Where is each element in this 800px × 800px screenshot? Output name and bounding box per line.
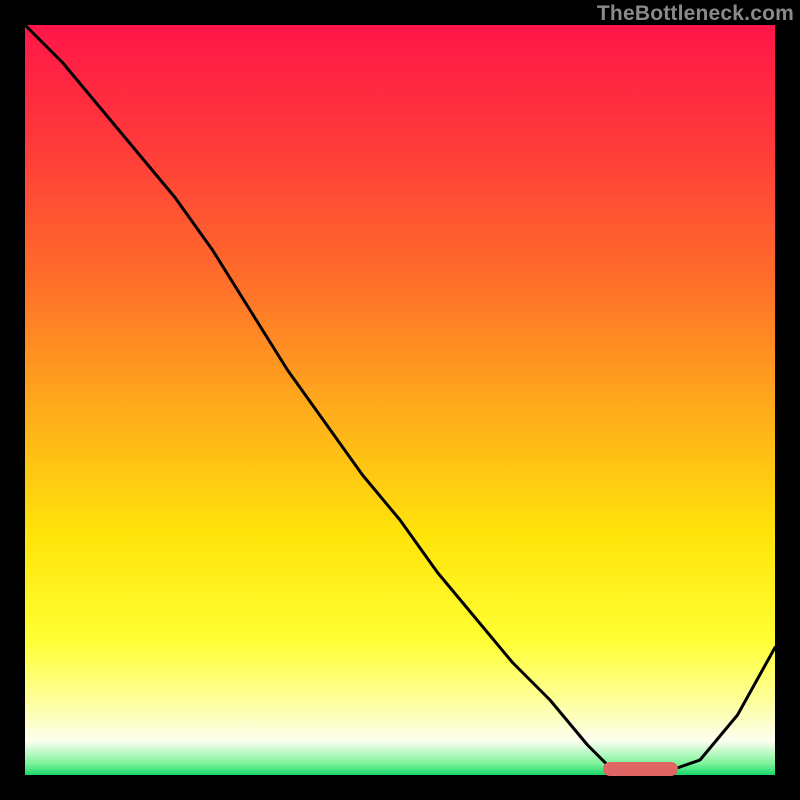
plot-area (25, 25, 775, 775)
watermark-text: TheBottleneck.com (597, 2, 794, 26)
figure: TheBottleneck.com (0, 0, 800, 800)
optimal-range-marker (603, 762, 678, 776)
gradient-rect (25, 25, 775, 775)
background-gradient (25, 25, 775, 775)
